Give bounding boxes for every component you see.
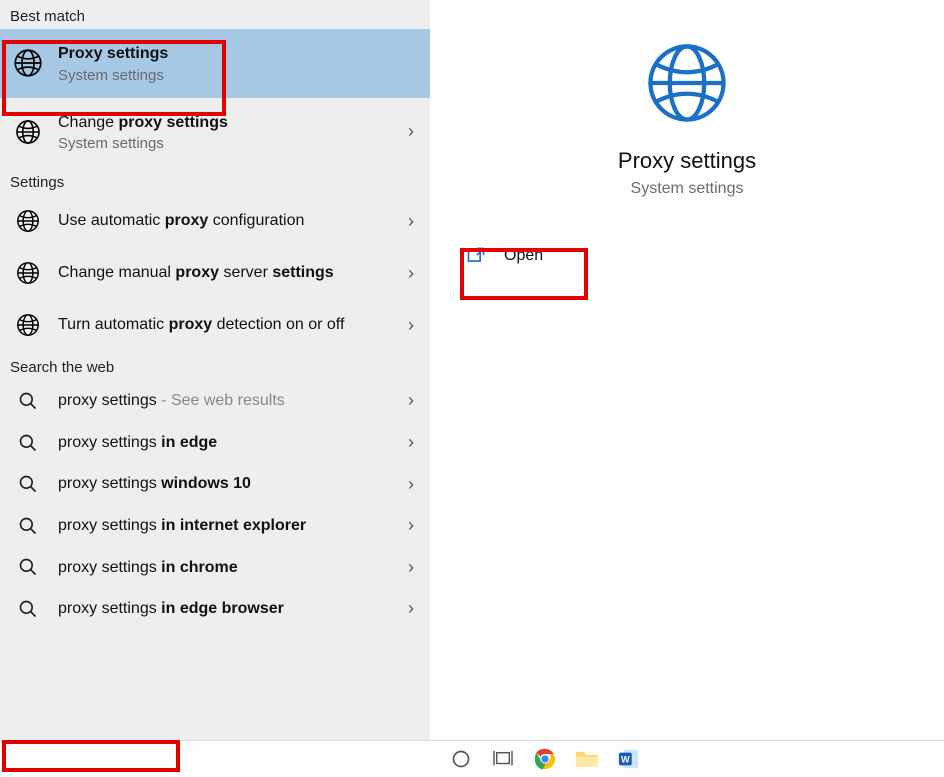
chevron-right-icon: › [398,390,424,411]
taskbar: W [0,740,944,776]
chevron-right-icon: › [398,598,424,619]
best-match-subtitle: System settings [58,67,424,84]
task-view-icon[interactable] [482,741,524,777]
result-change-proxy-settings[interactable]: Change proxy settings System settings › [0,98,430,167]
search-results-panel: Best match Proxy settings System setting… [0,0,430,740]
search-icon [10,599,46,619]
chevron-right-icon: › [398,474,424,495]
result-turn-automatic-proxy-detection[interactable]: Turn automatic proxy detection on or off… [0,299,430,351]
chevron-right-icon: › [398,557,424,578]
chevron-right-icon: › [398,211,424,232]
chevron-right-icon: › [398,315,424,336]
web-result-in-edge-browser[interactable]: proxy settings in edge browser › [0,588,430,630]
chevron-right-icon: › [398,515,424,536]
search-icon [10,474,46,494]
chevron-right-icon: › [398,263,424,284]
open-action[interactable]: Open [430,232,944,280]
globe-icon [10,48,46,78]
chevron-right-icon: › [398,432,424,453]
cortana-icon[interactable] [440,741,482,777]
result-proxy-settings-best[interactable]: Proxy settings System settings [0,29,430,98]
result-use-automatic-proxy[interactable]: Use automatic proxy configuration › [0,195,430,247]
globe-icon [10,261,46,285]
word-icon[interactable]: W [608,741,650,777]
best-match-title: Proxy settings [58,45,168,62]
web-result-windows-10[interactable]: proxy settings windows 10 › [0,463,430,505]
preview-panel: Proxy settings System settings Open [430,0,944,740]
web-result-in-chrome[interactable]: proxy settings in chrome › [0,547,430,589]
chrome-icon[interactable] [524,741,566,777]
globe-icon [10,313,46,337]
section-settings: Settings [0,166,430,195]
open-icon [466,246,486,266]
result-change-manual-proxy[interactable]: Change manual proxy server settings › [0,247,430,299]
search-icon [10,391,46,411]
chevron-right-icon: › [398,121,424,142]
globe-icon [10,119,46,145]
search-icon [10,433,46,453]
preview-subtitle: System settings [430,180,944,198]
search-icon [10,557,46,577]
search-icon [10,516,46,536]
preview-title: Proxy settings [430,148,944,174]
file-explorer-icon[interactable] [566,741,608,777]
section-best-match: Best match [0,0,430,29]
section-search-web: Search the web [0,351,430,380]
web-result-in-edge[interactable]: proxy settings in edge › [0,422,430,464]
globe-icon [10,209,46,233]
svg-text:W: W [621,754,630,764]
globe-icon [644,40,730,126]
open-label: Open [504,247,543,265]
web-result-internet-explorer[interactable]: proxy settings in internet explorer › [0,505,430,547]
web-result-proxy-settings[interactable]: proxy settings - See web results › [0,380,430,422]
